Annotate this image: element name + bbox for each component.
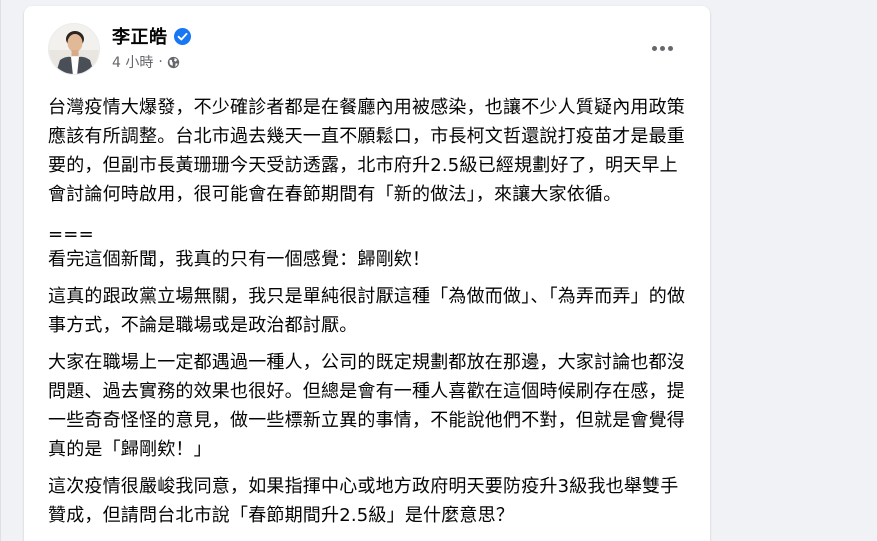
post-paragraph: 大家在職場上一定都遇過一種人，公司的既定規劃都放在那邊，大家討論也都沒問題、過去… bbox=[48, 352, 685, 460]
meta-separator: · bbox=[158, 54, 163, 70]
author-avatar[interactable] bbox=[48, 23, 100, 75]
profile-photo-icon bbox=[49, 24, 99, 74]
post-paragraph: 看完這個新聞，我真的只有一個感覺：歸剛欸！ bbox=[48, 249, 431, 270]
more-options-icon bbox=[659, 45, 665, 51]
left-panel-edge bbox=[0, 0, 1, 541]
author-name[interactable]: 李正皓 bbox=[112, 23, 168, 49]
post-meta: 4 小時 · bbox=[112, 53, 180, 71]
verified-badge-icon bbox=[173, 27, 191, 45]
globe-icon[interactable] bbox=[167, 56, 180, 69]
post-timestamp[interactable]: 4 小時 bbox=[112, 52, 153, 72]
post-paragraph: 台灣疫情大爆發，不少確診者都是在餐廳內用被感染，也讓不少人質疑內用政策應該有所調… bbox=[48, 97, 685, 205]
post-card: 李正皓 4 小時 · 台灣疫情大爆發，不少確診者都是在餐廳內用被感染，也讓不少人… bbox=[24, 6, 710, 541]
author-row: 李正皓 bbox=[112, 24, 191, 48]
post-paragraph: 這真的跟政黨立場無關，我只是單純很討厭這種「為做而做」、「為弄而弄」的做事方式，… bbox=[48, 286, 686, 336]
post-divider-text: === bbox=[48, 224, 94, 245]
more-options-button[interactable] bbox=[644, 30, 680, 66]
post-body: 台灣疫情大爆發，不少確診者都是在餐廳內用被感染，也讓不少人質疑內用政策應該有所調… bbox=[48, 93, 692, 530]
post-paragraph: 這次疫情很嚴峻我同意，如果指揮中心或地方政府明天要防疫升3級我也舉雙手贊成，但請… bbox=[48, 476, 679, 526]
feed-page: 李正皓 4 小時 · 台灣疫情大爆發，不少確診者都是在餐廳內用被感染，也讓不少人… bbox=[0, 0, 877, 541]
more-options-icon bbox=[667, 45, 673, 51]
more-options-icon bbox=[651, 45, 657, 51]
